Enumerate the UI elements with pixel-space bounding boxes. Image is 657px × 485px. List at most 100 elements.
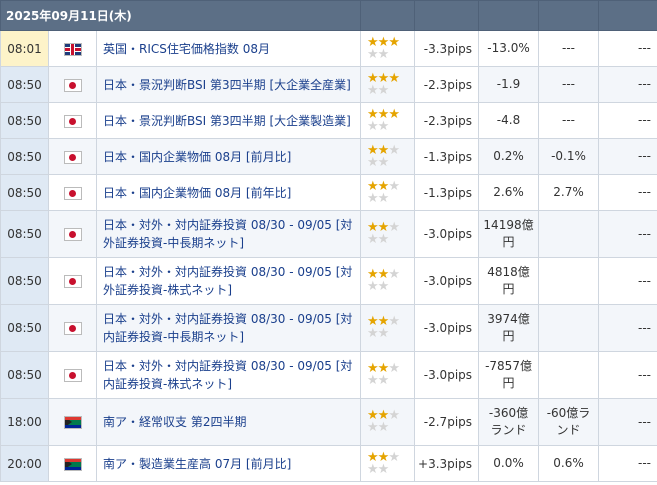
jp-flag-icon (63, 322, 82, 335)
country-flag-cell (48, 257, 97, 305)
star-icon: ★ (388, 408, 400, 423)
importance-stars: ★★★ ★★ (360, 445, 416, 482)
event-name-link[interactable]: 日本・対外・対内証券投資 08/30 - 09/05 [対内証券投資-株式ネット… (103, 359, 352, 391)
star-icon-row-empty: ★★ (367, 118, 389, 134)
event-row[interactable]: 08:50 日本・景況判断BSI 第3四半期 [大企業全産業] ★★★ ★★ -2.3p… (0, 66, 657, 103)
star-icon: ★ (388, 70, 400, 86)
star-icon: ★ (388, 314, 400, 329)
event-name-link[interactable]: 日本・景況判断BSI 第3四半期 [大企業全産業] (103, 78, 351, 92)
event-row[interactable]: 08:50 日本・対外・対内証券投資 08/30 - 09/05 [対内証券投資-… (0, 304, 657, 352)
star-icon-row-empty: ★★ (367, 326, 389, 341)
country-flag-cell (48, 304, 97, 352)
star-icon-row-empty: ★★ (367, 154, 389, 170)
event-name-cell[interactable]: 日本・国内企業物価 08月 [前年比] (95, 174, 362, 211)
country-flag-cell (48, 445, 97, 482)
event-time: 08:50 (0, 66, 49, 103)
event-time: 20:00 (0, 445, 49, 482)
event-row[interactable]: 20:00 南ア・製造業生産高 07月 [前月比] ★★★ ★★ +3.3pips 0.0… (0, 445, 657, 482)
pips-move: -1.3pips (414, 138, 480, 175)
jp-flag-icon (63, 369, 82, 382)
za-flag-icon (63, 416, 82, 429)
event-name-link[interactable]: 日本・国内企業物価 08月 [前月比] (103, 150, 291, 164)
importance-stars: ★★★ ★★ (360, 138, 416, 175)
previous-value: --- (598, 257, 657, 305)
event-row[interactable]: 08:50 日本・対外・対内証券投資 08/30 - 09/05 [対内証券投資-… (0, 351, 657, 399)
event-row[interactable]: 08:01 英国・RICS住宅価格指数 08月 ★★★ ★★ -3.3pips -13.0… (0, 30, 657, 67)
actual-value: 0.0% (478, 445, 540, 482)
event-name-cell[interactable]: 日本・国内企業物価 08月 [前月比] (95, 138, 362, 175)
previous-value: --- (598, 210, 657, 258)
event-row[interactable]: 08:50 日本・対外・対内証券投資 08/30 - 09/05 [対外証券投資-… (0, 257, 657, 305)
forecast-value: -0.1% (538, 138, 600, 175)
event-row[interactable]: 08:50 日本・国内企業物価 08月 [前月比] ★★★ ★★ -1.3pips 0.2… (0, 138, 657, 175)
jp-flag-icon (63, 114, 82, 128)
gb-flag-icon (63, 42, 82, 56)
pips-move: -3.0pips (414, 304, 480, 352)
country-flag-cell (48, 138, 97, 175)
event-name-cell[interactable]: 日本・対外・対内証券投資 08/30 - 09/05 [対外証券投資-株式ネット… (95, 257, 362, 305)
event-row[interactable]: 08:50 日本・対外・対内証券投資 08/30 - 09/05 [対外証券投資-… (0, 210, 657, 258)
star-icon: ★ (388, 361, 400, 376)
pips-move: -3.3pips (414, 30, 480, 67)
country-flag-cell (48, 351, 97, 399)
event-row[interactable]: 18:00 南ア・経常収支 第2四半期 ★★★ ★★ -2.7pips -360億ランド -… (0, 398, 657, 446)
actual-value: 2.6% (478, 174, 540, 211)
actual-value: -7857億円 (478, 351, 540, 399)
previous-value: --- (598, 398, 657, 446)
actual-value: -13.0% (478, 30, 540, 67)
event-name-link[interactable]: 英国・RICS住宅価格指数 08月 (103, 42, 270, 56)
event-name-link[interactable]: 日本・対外・対内証券投資 08/30 - 09/05 [対内証券投資-中長期ネッ… (103, 312, 352, 344)
event-name-link[interactable]: 日本・対外・対内証券投資 08/30 - 09/05 [対外証券投資-中長期ネッ… (103, 218, 352, 250)
previous-value: --- (598, 304, 657, 352)
calendar-table: 2025年09月11日(木) 08:01 英国・RICS住宅価格指数 08月 ★★★… (0, 0, 657, 482)
previous-value: --- (598, 30, 657, 67)
importance-stars: ★★★ ★★ (360, 210, 416, 258)
forecast-value: --- (538, 102, 600, 139)
forecast-value: --- (538, 30, 600, 67)
header-cell (538, 0, 600, 31)
event-name-link[interactable]: 日本・景況判断BSI 第3四半期 [大企業製造業] (103, 114, 351, 128)
event-time: 08:50 (0, 210, 49, 258)
event-name-link[interactable]: 日本・対外・対内証券投資 08/30 - 09/05 [対外証券投資-株式ネット… (103, 265, 352, 297)
event-time: 08:50 (0, 174, 49, 211)
event-name-cell[interactable]: 日本・対外・対内証券投資 08/30 - 09/05 [対外証券投資-中長期ネッ… (95, 210, 362, 258)
event-time: 08:50 (0, 351, 49, 399)
event-row[interactable]: 08:50 日本・国内企業物価 08月 [前年比] ★★★ ★★ -1.3pips 2.6… (0, 174, 657, 211)
pips-move: -2.7pips (414, 398, 480, 446)
star-icon-row-empty: ★★ (367, 82, 389, 98)
actual-value: 3974億円 (478, 304, 540, 352)
pips-move: -3.0pips (414, 351, 480, 399)
event-name-cell[interactable]: 南ア・経常収支 第2四半期 (95, 398, 362, 446)
event-name-cell[interactable]: 日本・景況判断BSI 第3四半期 [大企業製造業] (95, 102, 362, 139)
actual-value: -360億ランド (478, 398, 540, 446)
star-icon: ★ (388, 34, 400, 50)
previous-value: --- (598, 138, 657, 175)
star-icon-row-empty: ★★ (367, 46, 389, 62)
event-time: 18:00 (0, 398, 49, 446)
country-flag-cell (48, 210, 97, 258)
actual-value: -4.8 (478, 102, 540, 139)
star-icon-row-empty: ★★ (367, 279, 389, 294)
jp-flag-icon (63, 78, 82, 92)
header-cell (598, 0, 657, 31)
event-name-cell[interactable]: 日本・景況判断BSI 第3四半期 [大企業全産業] (95, 66, 362, 103)
event-row[interactable]: 08:50 日本・景況判断BSI 第3四半期 [大企業製造業] ★★★ ★★ -2.3p… (0, 102, 657, 139)
jp-flag-icon (63, 275, 82, 288)
event-name-link[interactable]: 南ア・経常収支 第2四半期 (103, 415, 246, 429)
importance-stars: ★★★ ★★ (360, 351, 416, 399)
star-icon: ★ (388, 178, 400, 194)
event-name-cell[interactable]: 南ア・製造業生産高 07月 [前月比] (95, 445, 362, 482)
event-name-cell[interactable]: 英国・RICS住宅価格指数 08月 (95, 30, 362, 67)
jp-flag-icon (63, 228, 82, 241)
star-icon-row-empty: ★★ (367, 373, 389, 388)
event-name-link[interactable]: 日本・国内企業物価 08月 [前年比] (103, 186, 291, 200)
event-name-link[interactable]: 南ア・製造業生産高 07月 [前月比] (103, 457, 291, 471)
previous-value: --- (598, 445, 657, 482)
country-flag-cell (48, 102, 97, 139)
actual-value: 4818億円 (478, 257, 540, 305)
event-name-cell[interactable]: 日本・対外・対内証券投資 08/30 - 09/05 [対内証券投資-中長期ネッ… (95, 304, 362, 352)
event-name-cell[interactable]: 日本・対外・対内証券投資 08/30 - 09/05 [対内証券投資-株式ネット… (95, 351, 362, 399)
previous-value: --- (598, 351, 657, 399)
actual-value: -1.9 (478, 66, 540, 103)
pips-move: -2.3pips (414, 66, 480, 103)
